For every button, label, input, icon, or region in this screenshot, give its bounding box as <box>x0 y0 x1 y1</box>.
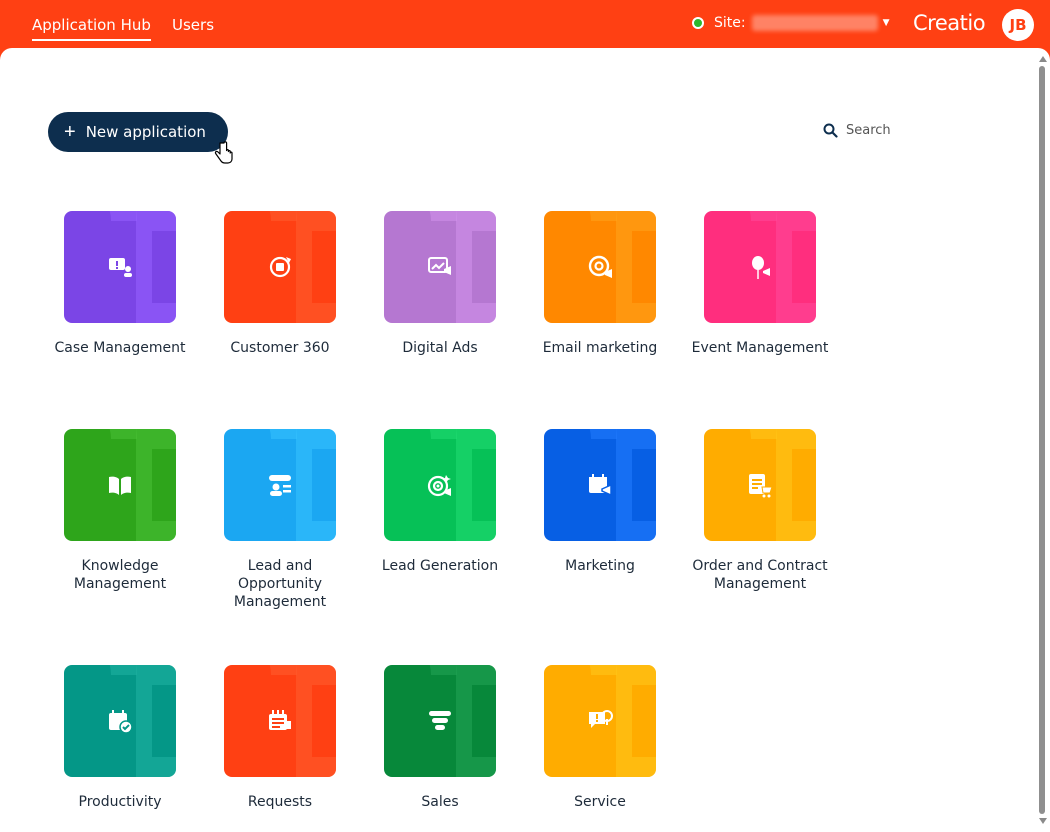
app-icon-tile[interactable] <box>384 429 496 541</box>
search-icon <box>823 123 838 138</box>
site-status-icon <box>692 17 704 29</box>
app-tile-event-management[interactable]: Event Management <box>692 211 828 356</box>
app-tile-label: Event Management <box>691 340 829 356</box>
app-tile-label: Customer 360 <box>230 340 330 356</box>
app-icon-tile[interactable] <box>704 211 816 323</box>
app-tile-case-management[interactable]: Case Management <box>55 211 185 356</box>
app-icon-tile[interactable] <box>704 429 816 541</box>
requests-icon <box>269 710 291 730</box>
top-bar: Application Hub Users Site: ▼ Creatio JB <box>0 0 1050 48</box>
creatio-logo: Creatio <box>913 11 986 35</box>
app-icon-tile[interactable] <box>224 429 336 541</box>
app-tile-requests[interactable]: Requests <box>224 665 336 810</box>
event-icon <box>752 256 770 279</box>
app-icon-tile[interactable] <box>64 429 176 541</box>
calendar-check-icon <box>109 710 133 734</box>
marketing-icon <box>589 474 612 497</box>
lead-icon <box>269 475 291 496</box>
app-tile-lead-and-opportunity-management[interactable]: Lead and Opportunity Management <box>224 429 336 610</box>
app-tile-sales[interactable]: Sales <box>384 665 496 810</box>
app-tile-label: Knowledge Management <box>73 558 167 592</box>
app-icon-tile[interactable] <box>384 665 496 777</box>
app-tile-label: Case Management <box>54 340 186 356</box>
service-icon <box>589 710 613 728</box>
site-label: Site: <box>714 15 746 31</box>
app-tile-knowledge-management[interactable]: Knowledge Management <box>64 429 176 592</box>
app-tile-label: Email marketing <box>542 340 658 356</box>
app-tile-label: Digital Ads <box>402 340 478 356</box>
app-tile-productivity[interactable]: Productivity <box>64 665 176 810</box>
new-application-button[interactable]: + New application <box>48 112 228 152</box>
app-tile-label: Order and Contract Management <box>692 558 828 592</box>
app-icon-tile[interactable] <box>64 211 176 323</box>
case-icon <box>109 258 132 277</box>
app-tile-service[interactable]: Service <box>544 665 656 810</box>
scroll-up-arrow-icon[interactable] <box>1039 56 1047 62</box>
app-tile-label: Marketing <box>565 558 635 574</box>
app-tile-email-marketing[interactable]: Email marketing <box>543 211 657 356</box>
app-tile-lead-generation[interactable]: Lead Generation <box>382 429 498 574</box>
app-tile-marketing[interactable]: Marketing <box>544 429 656 574</box>
tab-application-hub[interactable]: Application Hub <box>32 16 151 41</box>
vertical-scrollbar[interactable] <box>1036 52 1048 828</box>
app-tile-label: Sales <box>421 794 459 810</box>
scroll-thumb[interactable] <box>1039 66 1045 814</box>
new-application-label: New application <box>85 123 206 141</box>
app-tile-label: Requests <box>247 794 313 810</box>
tab-users[interactable]: Users <box>172 16 214 34</box>
hand-cursor-icon <box>214 141 233 164</box>
funnel-icon <box>429 711 451 730</box>
app-icon-tile[interactable] <box>224 211 336 323</box>
site-selector[interactable]: Site: ▼ <box>692 15 890 31</box>
app-icon-tile[interactable] <box>384 211 496 323</box>
scroll-down-arrow-icon[interactable] <box>1039 818 1047 824</box>
app-tile-digital-ads[interactable]: Digital Ads <box>384 211 496 356</box>
plus-icon: + <box>64 121 76 143</box>
search-input[interactable]: Search <box>846 123 891 138</box>
user-avatar[interactable]: JB <box>1002 9 1034 41</box>
chevron-down-icon[interactable]: ▼ <box>883 18 890 28</box>
book-icon <box>109 476 131 495</box>
site-value-redacted <box>751 15 878 31</box>
app-icon-tile[interactable] <box>544 429 656 541</box>
digital-ads-icon <box>428 257 451 275</box>
target-icon <box>427 475 451 497</box>
app-icon-tile[interactable] <box>544 665 656 777</box>
customer-icon <box>269 256 291 278</box>
app-icon-tile[interactable] <box>544 211 656 323</box>
order-icon <box>749 474 773 498</box>
app-tile-customer-360[interactable]: Customer 360 <box>224 211 336 356</box>
app-icon-tile[interactable] <box>224 665 336 777</box>
app-tile-label: Service <box>574 794 626 810</box>
app-tile-label: Lead Generation <box>381 558 499 574</box>
app-tile-label: Productivity <box>78 794 162 810</box>
app-tile-order-and-contract-management[interactable]: Order and Contract Management <box>692 429 828 592</box>
app-tile-label: Lead and Opportunity Management <box>233 558 327 610</box>
email-icon <box>588 255 612 278</box>
search-box[interactable]: Search <box>823 123 891 138</box>
app-icon-tile[interactable] <box>64 665 176 777</box>
